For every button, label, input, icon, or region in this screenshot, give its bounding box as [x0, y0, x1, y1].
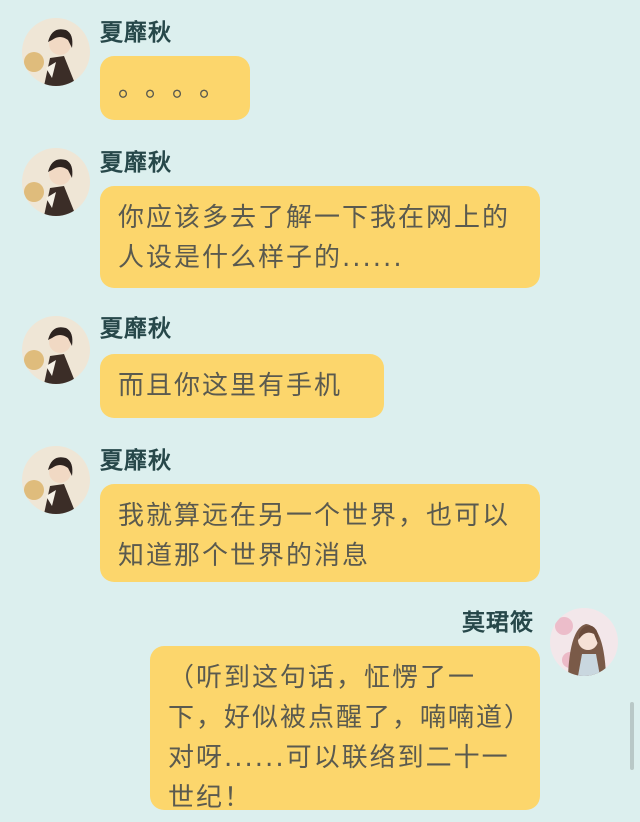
sender-name: 夏靡秋 [100, 448, 172, 474]
sender-name: 夏靡秋 [100, 316, 172, 342]
message-bubble[interactable]: （听到这句话，怔愣了一下，好似被点醒了，喃喃道）对呀......可以联络到二十一… [150, 646, 540, 813]
message-bubble[interactable]: 我就算远在另一个世界，也可以知道那个世界的消息 [100, 484, 540, 582]
scrollbar[interactable] [630, 702, 634, 770]
male-avatar-icon[interactable] [22, 18, 90, 86]
message-bubble[interactable]: 。。。。 [100, 56, 250, 120]
sender-name: 夏靡秋 [100, 20, 172, 46]
message-bubble[interactable]: 你应该多去了解一下我在网上的人设是什么样子的...... [100, 186, 540, 288]
male-avatar-icon[interactable] [22, 316, 90, 384]
female-avatar-icon[interactable] [550, 608, 618, 676]
message-bubble[interactable]: 而且你这里有手机 [100, 354, 384, 418]
sender-name: 莫珺筱 [462, 610, 534, 636]
male-avatar-icon[interactable] [22, 148, 90, 216]
chat-area: 夏靡秋 。。。。 夏靡秋 你应该多去了解一下我在网上的人设是什么样子的.....… [0, 0, 640, 822]
male-avatar-icon[interactable] [22, 446, 90, 514]
sender-name: 夏靡秋 [100, 150, 172, 176]
